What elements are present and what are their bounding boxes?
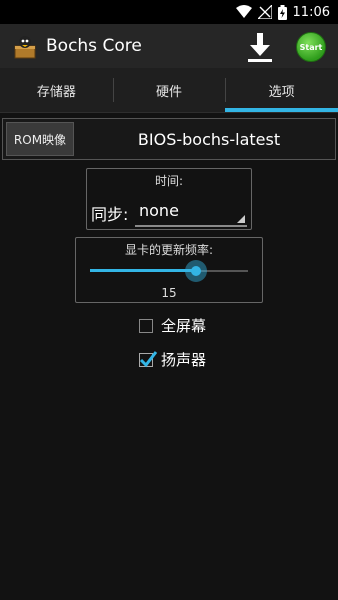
speaker-label: 扬声器 xyxy=(161,351,207,369)
tab-storage[interactable]: 存储器 xyxy=(0,68,113,112)
refresh-rate-value: 15 xyxy=(161,286,177,300)
refresh-rate-label: 显卡的更新频率: xyxy=(124,243,214,257)
sync-dropdown-value: none xyxy=(139,201,179,220)
tab-bar: 存储器 硬件 选项 xyxy=(0,68,338,113)
tab-label: 硬件 xyxy=(156,84,183,100)
sync-label: 同步: xyxy=(91,205,129,224)
start-button[interactable]: Start xyxy=(296,32,326,62)
rom-image-row: ROM映像 BIOS-bochs-latest xyxy=(2,118,336,160)
app-title: Bochs Core xyxy=(46,36,142,56)
refresh-rate-slider[interactable] xyxy=(90,260,248,282)
tab-options[interactable]: 选项 xyxy=(225,68,338,112)
tab-label: 存储器 xyxy=(36,84,76,100)
action-bar: Bochs Core Start xyxy=(0,24,338,68)
time-section: 时间: 同步: none xyxy=(86,168,252,230)
slider-thumb[interactable] xyxy=(184,260,207,282)
start-button-label: Start xyxy=(299,42,323,52)
checkmark-icon xyxy=(139,350,158,367)
status-bar: 11:06 xyxy=(0,0,338,24)
sync-dropdown[interactable]: none xyxy=(135,197,247,227)
rom-image-value: BIOS-bochs-latest xyxy=(137,130,281,149)
fullscreen-option[interactable]: 全屏幕 xyxy=(139,315,206,336)
tab-hardware[interactable]: 硬件 xyxy=(112,68,226,112)
rom-image-button[interactable]: ROM映像 xyxy=(6,122,74,156)
wifi-icon xyxy=(235,5,252,18)
slider-fill xyxy=(90,269,196,272)
fullscreen-label: 全屏幕 xyxy=(161,317,207,335)
tab-label: 选项 xyxy=(268,84,295,100)
time-label: 时间: xyxy=(154,174,184,188)
battery-icon xyxy=(277,4,287,20)
refresh-rate-section: 显卡的更新频率: 15 xyxy=(75,237,263,303)
fullscreen-checkbox[interactable] xyxy=(139,318,153,333)
speaker-checkbox[interactable] xyxy=(139,350,158,367)
dropdown-arrow-icon xyxy=(237,215,245,223)
app-logo-icon xyxy=(14,36,36,59)
status-time: 11:06 xyxy=(292,4,330,20)
speaker-option[interactable]: 扬声器 xyxy=(139,349,206,370)
download-icon[interactable] xyxy=(246,31,274,63)
signal-icon xyxy=(257,5,272,19)
